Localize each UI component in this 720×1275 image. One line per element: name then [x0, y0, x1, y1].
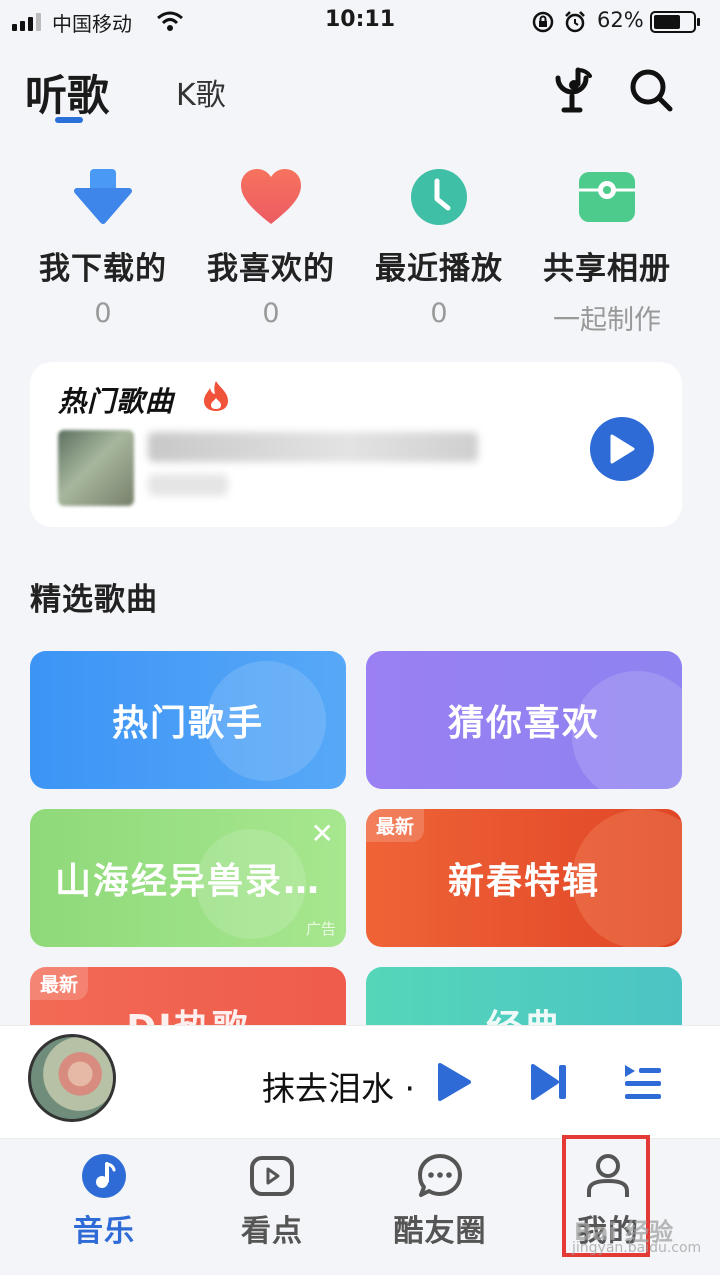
new-badge: 最新 [366, 809, 425, 842]
alarm-icon [565, 11, 585, 33]
quick-item-subtitle: 一起制作 [553, 305, 661, 336]
quick-item-label: 最近播放 [375, 251, 503, 287]
chat-bubble-icon [370, 1152, 510, 1200]
album-cover[interactable] [28, 1034, 116, 1122]
status-bar: 中国移动 10:11 62% [0, 0, 720, 44]
nav-music[interactable]: 音乐 [34, 1152, 174, 1250]
tile-label: 经典 [486, 999, 562, 1025]
tile-label: 山海经异兽录… [54, 861, 321, 902]
music-note-icon [34, 1152, 174, 1200]
nav-friends-circle[interactable]: 酷友圈 [370, 1152, 510, 1250]
nav-watch[interactable]: 看点 [202, 1152, 342, 1250]
quick-item-label: 共享相册 [543, 251, 671, 287]
tile-hot-singers[interactable]: 热门歌手 [30, 651, 346, 789]
now-playing-title: 抹去泪水 · [262, 1069, 415, 1108]
tile-label: 新春特辑 [447, 861, 600, 902]
hot-song-artist-blurred [148, 474, 228, 496]
quick-item-label: 我喜欢的 [207, 251, 335, 287]
tile-label: 热门歌手 [111, 703, 264, 744]
clock-icon [354, 165, 524, 229]
shared-album-icon [522, 165, 692, 229]
tab-karaoke[interactable]: K歌 [176, 70, 226, 114]
close-icon[interactable]: ✕ [311, 817, 334, 850]
battery-percent: 62% [597, 8, 644, 32]
hot-songs-card[interactable]: 热门歌曲 [30, 362, 682, 527]
quick-item-count: 0 [94, 298, 112, 329]
quick-item-shared-album[interactable]: 共享相册 一起制作 [522, 165, 692, 337]
download-icon [18, 165, 188, 229]
playlist-icon[interactable] [623, 1062, 663, 1102]
tile-dj-hits[interactable]: 最新 DJ热歌 [30, 967, 346, 1025]
play-icon [610, 434, 635, 464]
mini-player[interactable]: 抹去泪水 · [0, 1025, 720, 1139]
tile-spring-special[interactable]: 最新 新春特辑 [366, 809, 682, 947]
hot-songs-title: 热门歌曲 [58, 385, 175, 418]
tile-classics[interactable]: 经典 [366, 967, 682, 1025]
search-icon[interactable] [628, 67, 674, 113]
nav-label: 看点 [241, 1214, 303, 1249]
rotation-lock-icon [532, 11, 554, 33]
tile-label: 猜你喜欢 [447, 703, 600, 744]
tab-listen[interactable]: 听歌 [25, 62, 109, 123]
quick-item-favorites[interactable]: 我喜欢的 0 [186, 165, 356, 329]
ad-tag: 广告 [305, 920, 336, 938]
play-icon[interactable] [436, 1062, 472, 1102]
watermark-url: jingyan.baidu.com [572, 1240, 702, 1256]
nav-label: 音乐 [73, 1214, 135, 1249]
hot-song-thumbnail [58, 430, 134, 506]
active-tab-indicator [55, 117, 83, 123]
tile-guess-you-like[interactable]: 猜你喜欢 [366, 651, 682, 789]
video-icon [202, 1152, 342, 1200]
hot-play-button[interactable] [590, 417, 654, 481]
quick-item-count: 0 [430, 298, 448, 329]
featured-section-title: 精选歌曲 [30, 582, 158, 618]
battery-icon [650, 11, 700, 33]
heart-icon [186, 165, 356, 229]
quick-item-label: 我下载的 [39, 251, 167, 287]
hot-song-name-blurred [148, 432, 478, 462]
fire-icon [204, 381, 228, 411]
quick-item-count: 0 [262, 298, 280, 329]
tile-label: DJ热歌 [126, 999, 249, 1025]
tile-ad-shanhaijing[interactable]: 山海经异兽录… ✕ 广告 [30, 809, 346, 947]
new-badge: 最新 [30, 967, 89, 1000]
next-track-icon[interactable] [530, 1063, 568, 1101]
nav-label: 酷友圈 [393, 1214, 487, 1249]
quick-item-recent[interactable]: 最近播放 0 [354, 165, 524, 329]
mic-music-icon[interactable] [548, 64, 600, 116]
quick-item-downloads[interactable]: 我下载的 0 [18, 165, 188, 329]
